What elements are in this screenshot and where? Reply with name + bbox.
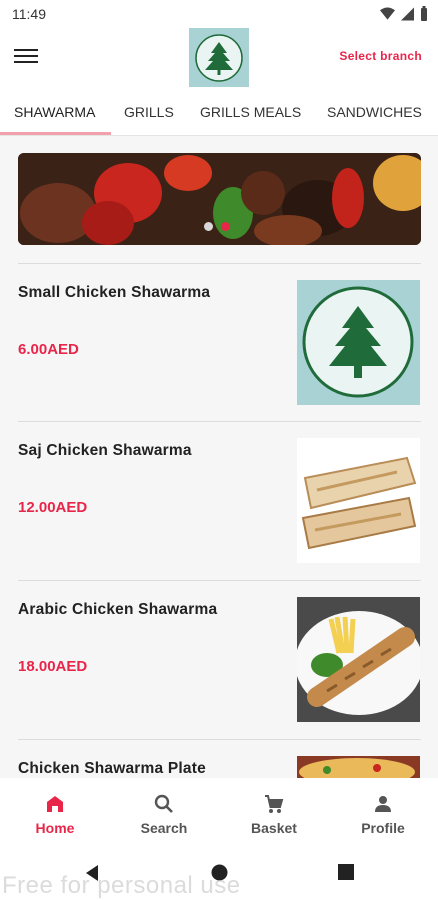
item-name: Arabic Chicken Shawarma [18,601,218,618]
item-price: 18.00AED [18,658,88,675]
active-tab-indicator [0,132,111,135]
pagination-dot[interactable] [204,222,213,231]
nav-label: Search [140,820,188,836]
category-tabs: SHAWARMA GRILLS GRILLS MEALS SANDWICHES [0,90,438,136]
item-name: Small Chicken Shawarma [18,284,211,301]
tab-shawarma[interactable]: SHAWARMA [14,90,95,136]
search-icon [154,794,173,813]
restaurant-logo [189,28,249,87]
menu-item[interactable]: Small Chicken Shawarma 6.00AED [0,264,438,422]
tab-grills[interactable]: GRILLS [124,90,174,136]
hamburger-menu-icon[interactable] [14,46,38,68]
wifi-icon [380,6,395,20]
promo-banner[interactable] [18,153,421,245]
nav-search[interactable]: Search [124,792,204,836]
menu-item[interactable]: Saj Chicken Shawarma 12.00AED [0,422,438,580]
select-branch-link[interactable]: Select branch [339,49,422,63]
nav-label: Basket [251,820,297,836]
nav-basket[interactable]: Basket [234,792,314,836]
banner-pagination [204,222,230,231]
tab-grills-meals[interactable]: GRILLS MEALS [200,90,301,136]
status-bar: 11:49 [0,0,438,28]
status-icons [380,6,428,21]
item-name: Chicken Shawarma Plate [18,760,206,777]
item-image-arabic-shawarma [297,597,420,722]
nav-home[interactable]: Home [15,792,95,836]
nav-label: Profile [361,820,405,836]
person-icon [375,796,391,812]
item-image-logo [297,280,420,405]
nav-label: Home [35,820,75,836]
nav-profile[interactable]: Profile [343,792,423,836]
home-icon [47,796,63,812]
tab-sandwiches[interactable]: SANDWICHES [327,90,422,136]
bottom-navigation: Home Search Basket Profile [0,778,438,848]
signal-icon [401,7,414,20]
banner-food-image [18,153,421,245]
status-time: 11:49 [12,6,46,22]
item-image-shawarma-plate [297,756,420,778]
pagination-dot-active[interactable] [221,222,230,231]
item-price: 6.00AED [18,341,79,358]
app-header: Select branch [0,28,438,90]
menu-item[interactable]: Chicken Shawarma Plate [0,740,438,778]
menu-item[interactable]: Arabic Chicken Shawarma 18.00AED [0,581,438,739]
battery-icon [421,6,427,21]
item-image-saj-shawarma [297,438,420,563]
watermark: Free for personal use [2,872,241,899]
item-name: Saj Chicken Shawarma [18,442,192,459]
cart-icon [265,795,284,813]
recents-icon[interactable] [338,864,354,880]
item-price: 12.00AED [18,499,88,516]
